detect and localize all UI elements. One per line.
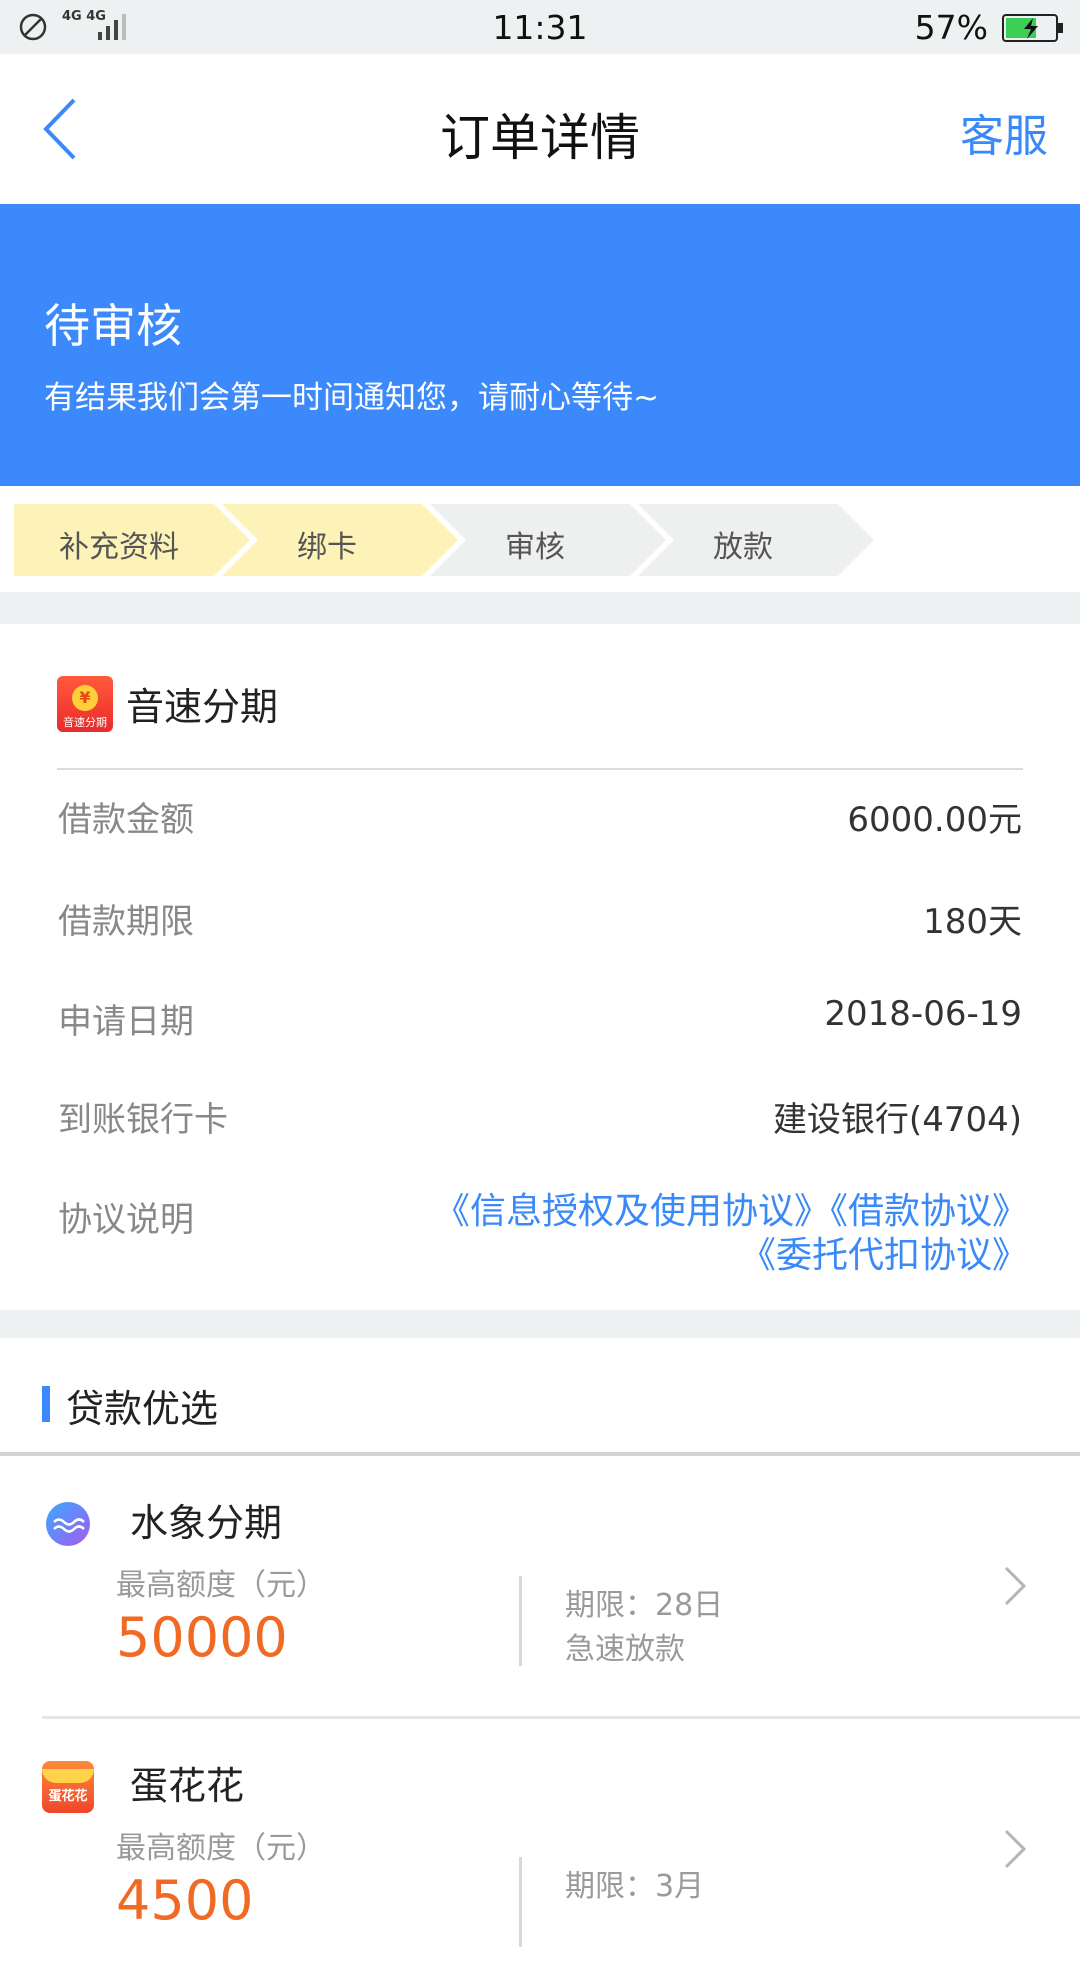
bank-card-value: 建设银行(4704): [772, 1100, 1022, 1140]
order-status-title: 待审核: [44, 299, 182, 353]
step-label: 审核: [505, 530, 565, 565]
step-label: 放款: [713, 530, 773, 565]
order-card: ¥ 音速分期 音速分期 借款金额 6000.00元 借款期限 180天 申请日期…: [0, 624, 1080, 1310]
loan-amount-label: 借款金额: [58, 800, 194, 840]
product-logo: ¥ 音速分期: [57, 676, 113, 732]
product-logo-label: 音速分期: [63, 716, 107, 729]
loan-term-value: 180天: [923, 902, 1022, 942]
loan-amount-value: 6000.00元: [847, 800, 1022, 840]
step-disburse: 放款: [638, 504, 874, 576]
customer-service-button[interactable]: 客服: [960, 100, 1048, 164]
chevron-right-icon: [1004, 1566, 1027, 1606]
bank-card-label: 到账银行卡: [58, 1100, 228, 1140]
step-bind-card: 绑卡: [222, 504, 458, 576]
limit-label: 最高额度（元）: [116, 1568, 326, 1603]
step-label: 补充资料: [59, 530, 179, 565]
vertical-divider: [519, 1857, 522, 1947]
apply-date-label: 申请日期: [58, 1002, 194, 1042]
recommend-header: 贷款优选: [0, 1338, 1080, 1456]
step-label: 绑卡: [297, 530, 357, 565]
product-name: 音速分期: [126, 685, 279, 729]
section-gap: [0, 592, 1080, 624]
limit-label: 最高额度（元）: [116, 1831, 326, 1866]
section-gap: [0, 1310, 1080, 1338]
step-review: 审核: [430, 504, 666, 576]
chevron-right-icon: [1004, 1829, 1027, 1869]
limit-amount: 50000: [116, 1606, 288, 1669]
status-banner: 待审核 有结果我们会第一时间通知您，请耐心等待~: [0, 204, 1080, 486]
progress-steps: 补充资料 绑卡 审核 放款: [0, 486, 1080, 592]
loan-term: 期限：3月: [565, 1869, 705, 1904]
recommend-title: 贷款优选: [66, 1387, 219, 1431]
section-marker: [42, 1386, 50, 1422]
loan-tag: 急速放款: [565, 1632, 685, 1667]
agreement-links: 《信息授权及使用协议》《借款协议》 《委托代扣协议》: [434, 1190, 1028, 1278]
loan-term-label: 借款期限: [58, 902, 194, 942]
limit-amount: 4500: [116, 1869, 254, 1932]
loan-name: 水象分期: [130, 1501, 283, 1545]
entrusted-deduction-agreement-link[interactable]: 《委托代扣协议》: [740, 1235, 1028, 1276]
loan-item-shuixiang[interactable]: 水象分期 最高额度（元） 50000 期限：28日 急速放款: [0, 1456, 1080, 1716]
title-bar: 订单详情 客服: [0, 54, 1080, 204]
yen-coin-icon: ¥: [72, 685, 98, 711]
loan-item-danhuahua[interactable]: 蛋花花 蛋花花 最高额度（元） 4500 期限：3月: [0, 1719, 1080, 1979]
apply-date-value: 2018-06-19: [824, 994, 1022, 1034]
info-authorization-agreement-link[interactable]: 《信息授权及使用协议》: [434, 1191, 830, 1232]
step-supplement-info: 补充资料: [14, 504, 250, 576]
order-status-subtitle: 有结果我们会第一时间通知您，请耐心等待~: [44, 380, 659, 416]
status-bar: 4G 4G 11:31 57%: [0, 0, 1080, 54]
loan-name: 蛋花花: [130, 1764, 245, 1808]
shuixiang-logo-icon: [46, 1502, 90, 1546]
agreement-label: 协议说明: [58, 1200, 194, 1240]
divider: [57, 768, 1023, 770]
danhuahua-logo-label: 蛋花花: [48, 1789, 88, 1804]
loan-agreement-link[interactable]: 《借款协议》: [830, 1191, 1028, 1232]
page-title: 订单详情: [440, 109, 640, 167]
loan-term: 期限：28日: [565, 1588, 724, 1623]
danhuahua-logo-icon: 蛋花花: [42, 1761, 94, 1813]
battery-charging-icon: [1002, 14, 1063, 42]
battery-percent: 57%: [914, 8, 988, 47]
vertical-divider: [519, 1576, 522, 1666]
